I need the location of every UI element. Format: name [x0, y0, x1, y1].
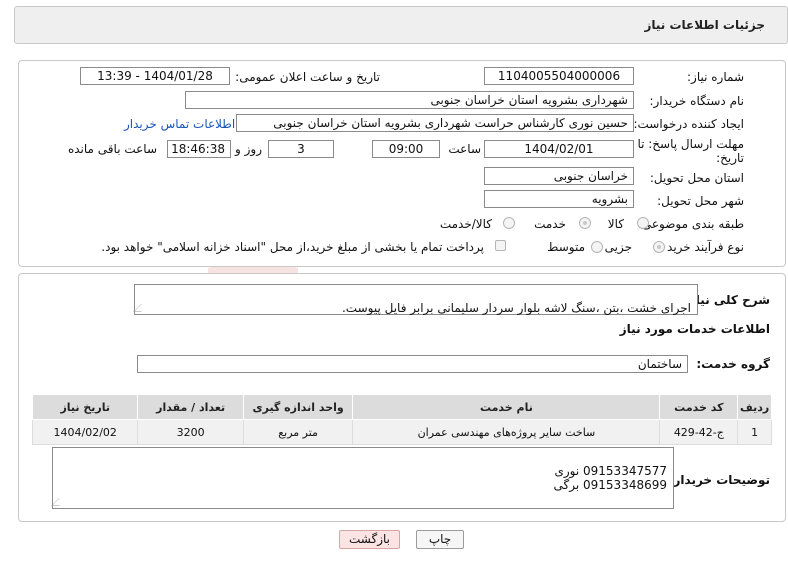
category-option-both: کالا/خدمت	[439, 217, 492, 231]
category-radio-service[interactable]	[579, 217, 591, 229]
services-table: ردیف کد خدمت نام خدمت واحد اندازه گیری ت…	[31, 394, 772, 445]
process-radio-medium[interactable]	[591, 241, 603, 253]
contact-info-link[interactable]: اطلاعات تماس خریدار	[124, 117, 235, 131]
cell-date: 1404/02/02	[31, 419, 139, 445]
cell-name: ساخت سایر پروژه‌های مهندسی عمران	[352, 419, 661, 445]
buyer-notes-text: 09153347577 نوری 09153348699 برگی	[553, 464, 667, 492]
category-option-service: خدمت	[534, 217, 566, 231]
deadline-date-field[interactable]: 1404/02/01	[484, 140, 634, 158]
services-title: اطلاعات خدمات مورد نیاز	[619, 322, 770, 336]
print-button[interactable]: چاپ	[416, 530, 464, 549]
deadline-label-date: تاریخ:	[716, 151, 744, 165]
cell-unit: متر مربع	[242, 419, 354, 445]
remaining-time-field[interactable]: 18:46:38	[167, 140, 231, 158]
days-label: روز و	[235, 142, 262, 156]
buyer-org-label: نام دستگاه خریدار:	[649, 94, 745, 108]
col-quantity: تعداد / مقدار	[137, 394, 244, 420]
announce-label: تاریخ و ساعت اعلان عمومی:	[235, 70, 380, 84]
category-option-goods: کالا	[607, 217, 624, 231]
process-radio-minor[interactable]	[653, 241, 665, 253]
city-label: شهر محل تحویل:	[657, 194, 744, 208]
back-button[interactable]: بازگشت	[339, 530, 400, 549]
creator-field[interactable]: حسین نوری کارشناس حراست شهرداری بشرویه ا…	[236, 114, 634, 132]
cell-code: ج-42-429	[659, 419, 739, 445]
resize-grip-icon[interactable]	[51, 498, 67, 506]
summary-textarea[interactable]: اجرای خشت ،بتن ،سنگ لاشه بلوار سردار سلی…	[133, 284, 698, 315]
col-code: کد خدمت	[659, 394, 739, 420]
page-header: جزئیات اطلاعات نیاز	[14, 6, 788, 44]
col-name: نام خدمت	[352, 394, 661, 420]
city-field[interactable]: بشرویه	[484, 190, 634, 208]
need-number-label: شماره نیاز:	[687, 70, 744, 84]
province-label: استان محل تحویل:	[649, 171, 744, 185]
summary-text: اجرای خشت ،بتن ،سنگ لاشه بلوار سردار سلی…	[341, 301, 691, 315]
category-radio-goods[interactable]	[637, 217, 649, 229]
col-row: ردیف	[737, 394, 772, 420]
table-header-row: ردیف کد خدمت نام خدمت واحد اندازه گیری ت…	[31, 394, 772, 420]
category-radio-both[interactable]	[503, 217, 515, 229]
process-label: نوع فرآیند خرید :	[659, 240, 744, 254]
time-label: ساعت	[448, 142, 481, 156]
service-group-field[interactable]: ساختمان	[137, 355, 688, 373]
cell-quantity: 3200	[137, 419, 244, 445]
buyer-org-field[interactable]: شهرداری بشرویه استان خراسان جنوبی	[185, 91, 634, 109]
service-group-label: گروه خدمت:	[696, 357, 770, 371]
table-row: 1 ج-42-429 ساخت سایر پروژه‌های مهندسی عم…	[31, 419, 772, 445]
buyer-notes-textarea[interactable]: 09153347577 نوری 09153348699 برگی	[51, 447, 674, 509]
col-date: تاریخ نیاز	[31, 394, 139, 420]
page-title: جزئیات اطلاعات نیاز	[644, 18, 765, 32]
announce-datetime-field[interactable]: 1404/01/28 - 13:39	[80, 67, 230, 85]
days-field[interactable]: 3	[268, 140, 334, 158]
remaining-label: ساعت باقی مانده	[67, 142, 157, 156]
payment-note: پرداخت تمام یا بخشی از مبلغ خرید،از محل …	[101, 240, 484, 254]
process-option-minor: جزیی	[604, 240, 632, 254]
buyer-notes-label: توضیحات خریدار:	[668, 473, 770, 487]
resize-grip-icon[interactable]	[133, 304, 149, 312]
col-unit: واحد اندازه گیری	[242, 394, 354, 420]
process-option-medium: متوسط	[547, 240, 585, 254]
province-field[interactable]: خراسان جنوبی	[484, 167, 634, 185]
cell-row: 1	[737, 419, 772, 445]
need-number-field[interactable]: 1104005504000006	[484, 67, 634, 85]
deadline-label: مهلت ارسال پاسخ: تا	[637, 137, 744, 151]
category-label: طبقه بندی موضوعی:	[637, 217, 744, 231]
deadline-time-field[interactable]: 09:00	[372, 140, 440, 158]
treasury-payment-checkbox[interactable]	[495, 240, 506, 251]
creator-label: ایجاد کننده درخواست:	[633, 117, 744, 131]
